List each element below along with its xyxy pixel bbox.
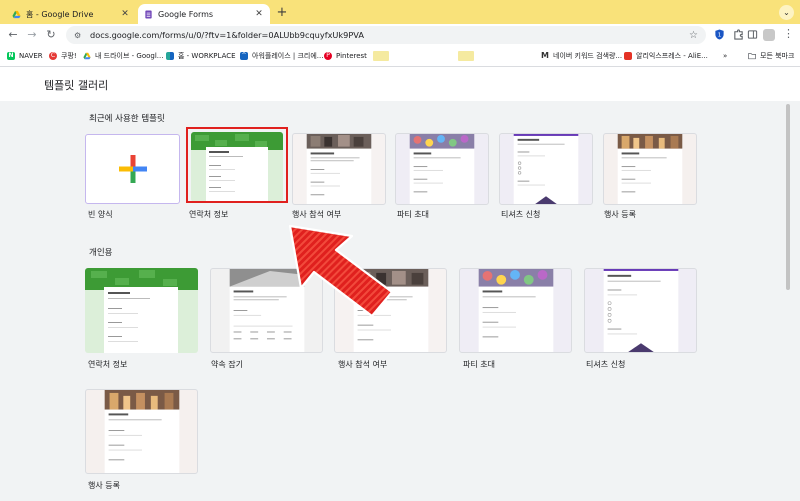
workplace-icon: [166, 52, 174, 60]
blank-bookmark-icon: [458, 51, 474, 61]
form-thumbnail: [104, 390, 180, 473]
pinterest-icon: P: [324, 52, 332, 60]
coupang-icon: C: [49, 52, 57, 60]
template-card-party-invite[interactable]: [395, 133, 489, 205]
form-thumbnail: [353, 269, 429, 352]
template-label: 연락처 정보: [189, 210, 229, 219]
google-forms-icon: [145, 9, 152, 19]
template-card-tshirt-signup[interactable]: [584, 268, 697, 353]
new-tab-button[interactable]: +: [275, 5, 289, 20]
page-header: 템플릿 갤러리: [0, 67, 800, 102]
template-label: 빈 양식: [88, 210, 113, 219]
plus-icon: [118, 155, 147, 183]
template-label: 파티 초대: [397, 210, 429, 219]
form-thumbnail: [409, 134, 475, 204]
bookmark-workplace[interactable]: 홈 - WORKPLACE: [166, 50, 236, 62]
template-label: 행사 등록: [88, 481, 120, 490]
template-label: 파티 초대: [463, 360, 495, 369]
bookmark-label: Pinterest: [336, 52, 367, 60]
bookmark-google-drive[interactable]: 내 드라이브 - Googl...: [83, 50, 163, 62]
bookmark-ourplace[interactable]: ^ 아워플레이스 | 크리에...: [240, 50, 323, 62]
svg-text:1: 1: [718, 33, 722, 39]
google-drive-icon: [12, 10, 21, 18]
url-text[interactable]: docs.google.com/forms/u/0/?ftv=1&folder=…: [90, 30, 689, 40]
template-label: 행사 등록: [604, 210, 636, 219]
aliexpress-icon: [624, 52, 632, 60]
bookmark-blank[interactable]: [458, 50, 478, 62]
form-thumbnail: [603, 269, 679, 352]
template-label: 약속 잡기: [211, 360, 243, 369]
bookmark-aliexpress[interactable]: 알리익스프레스 - AliE...: [624, 50, 708, 62]
template-label: 연락처 정보: [88, 360, 128, 369]
m-icon: M: [541, 51, 549, 60]
more-menu-icon[interactable]: ⋮: [783, 27, 794, 40]
form-thumbnail: [306, 134, 372, 204]
section-title-personal: 개인용: [89, 248, 113, 258]
bookmark-label: 아워플레이스 | 크리에...: [252, 52, 324, 60]
bookmark-label: 알리익스프레스 - AliE...: [636, 52, 708, 60]
bookmark-keyword[interactable]: M 네이버 키워드 검색량...: [541, 50, 622, 62]
shield-extension-icon[interactable]: 1: [714, 29, 725, 40]
google-drive-icon: [83, 52, 91, 60]
bookmark-label: 네이버 키워드 검색량...: [553, 52, 623, 60]
bookmark-star-icon[interactable]: ☆: [689, 30, 698, 41]
bookmark-label: 쿠팡!: [61, 52, 77, 60]
tab-label: Google Forms: [158, 9, 214, 19]
template-card-tshirt-signup[interactable]: [499, 133, 593, 205]
tab-search-button[interactable]: ⌄: [779, 5, 794, 20]
tab-google-forms[interactable]: Google Forms ✕: [138, 4, 270, 24]
bookmark-label: 내 드라이브 - Googl...: [95, 52, 164, 60]
bookmark-pinterest[interactable]: P Pinterest: [324, 50, 367, 62]
side-panel-icon[interactable]: [747, 29, 758, 40]
section-title-recent: 최근에 사용한 템플릿: [89, 114, 165, 124]
bookmark-coupang[interactable]: C 쿠팡!: [49, 50, 77, 62]
template-card-event-rsvp[interactable]: [334, 268, 447, 353]
template-card-party-invite[interactable]: [459, 268, 572, 353]
form-thumbnail: [85, 268, 198, 353]
back-icon[interactable]: ←: [7, 28, 19, 42]
site-info-icon[interactable]: ⚙: [74, 31, 84, 40]
blank-bookmark-icon: [373, 51, 389, 61]
more-bookmarks-button[interactable]: »: [723, 50, 727, 62]
profile-avatar[interactable]: [763, 29, 775, 41]
extensions-puzzle-icon[interactable]: [733, 29, 744, 40]
form-thumbnail: [478, 269, 554, 352]
bookmark-naver[interactable]: N NAVER: [7, 50, 43, 62]
browser-toolbar: ← → ↻ ⚙ docs.google.com/forms/u/0/?ftv=1…: [0, 24, 800, 46]
forward-icon[interactable]: →: [26, 28, 38, 42]
form-thumbnail: [229, 269, 305, 352]
page-title: 템플릿 갤러리: [44, 79, 109, 92]
all-bookmarks-button[interactable]: 모든 북마크: [748, 50, 794, 62]
template-card-appointment[interactable]: [210, 268, 323, 353]
template-card-event-rsvp[interactable]: [292, 133, 386, 205]
form-thumbnail: [513, 134, 579, 204]
template-card-event-registration[interactable]: [85, 389, 198, 474]
reload-icon[interactable]: ↻: [45, 28, 57, 42]
bookmark-label: NAVER: [19, 52, 43, 60]
template-label: 행사 참석 여부: [292, 210, 342, 219]
template-label: 행사 참석 여부: [338, 360, 388, 369]
template-label: 티셔츠 신청: [586, 360, 626, 369]
template-card-blank[interactable]: [85, 134, 180, 204]
tab-strip: 홈 - Google Drive ✕ Google Forms ✕ + ⌄: [0, 0, 800, 24]
scrollbar[interactable]: [786, 104, 790, 290]
close-icon[interactable]: ✕: [254, 9, 264, 19]
naver-icon: N: [7, 52, 15, 60]
tab-label: 홈 - Google Drive: [26, 9, 94, 19]
template-card-event-registration[interactable]: [603, 133, 697, 205]
template-card-contact[interactable]: [85, 268, 198, 353]
folder-icon: [748, 53, 756, 60]
form-thumbnail: [617, 134, 683, 204]
template-label: 티셔츠 신청: [501, 210, 541, 219]
bookmark-label: 홈 - WORKPLACE: [178, 52, 236, 60]
ourplace-icon: ^: [240, 52, 248, 60]
bookmarks-bar: N NAVER C 쿠팡! 내 드라이브 - Googl... 홈 - WORK…: [0, 46, 800, 67]
highlight-box: [186, 127, 288, 203]
tab-google-drive[interactable]: 홈 - Google Drive ✕: [6, 4, 136, 24]
address-bar[interactable]: ⚙ docs.google.com/forms/u/0/?ftv=1&folde…: [66, 26, 706, 44]
close-icon[interactable]: ✕: [120, 9, 130, 19]
bookmark-label: 모든 북마크: [760, 52, 795, 60]
bookmark-blank[interactable]: [373, 50, 393, 62]
